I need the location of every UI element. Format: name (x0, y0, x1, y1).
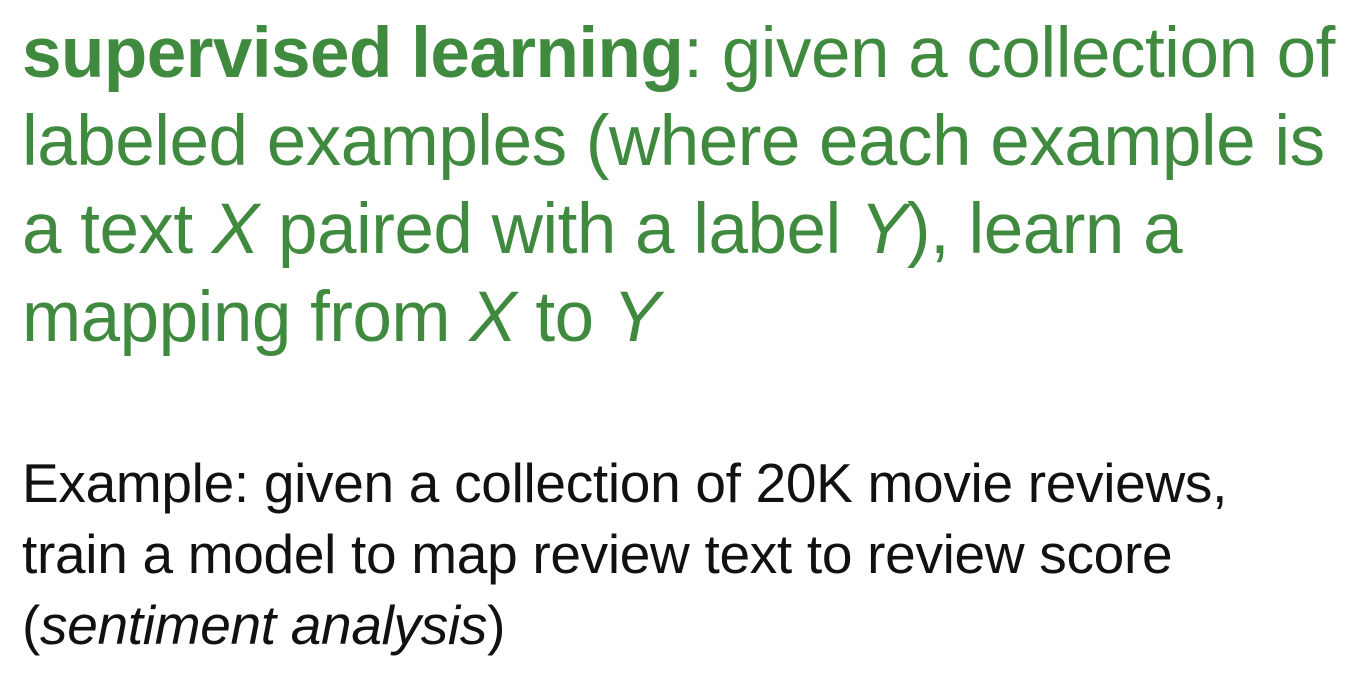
definition-text-2: paired with a label (258, 190, 861, 269)
slide: supervised learning: given a collection … (0, 0, 1356, 690)
example-paragraph: Example: given a collection of 20K movie… (22, 448, 1342, 661)
example-text-2: ) (487, 594, 506, 656)
variable-y: Y (612, 278, 660, 357)
variable-x: X (469, 278, 517, 357)
definition-term: supervised learning (22, 14, 684, 93)
definition-paragraph: supervised learning: given a collection … (22, 10, 1342, 362)
variable-y: Y (860, 190, 907, 269)
definition-colon: : (683, 14, 703, 93)
example-task-name: sentiment analysis (40, 594, 488, 656)
variable-x: X (211, 190, 259, 269)
definition-text-4: to (516, 278, 613, 357)
